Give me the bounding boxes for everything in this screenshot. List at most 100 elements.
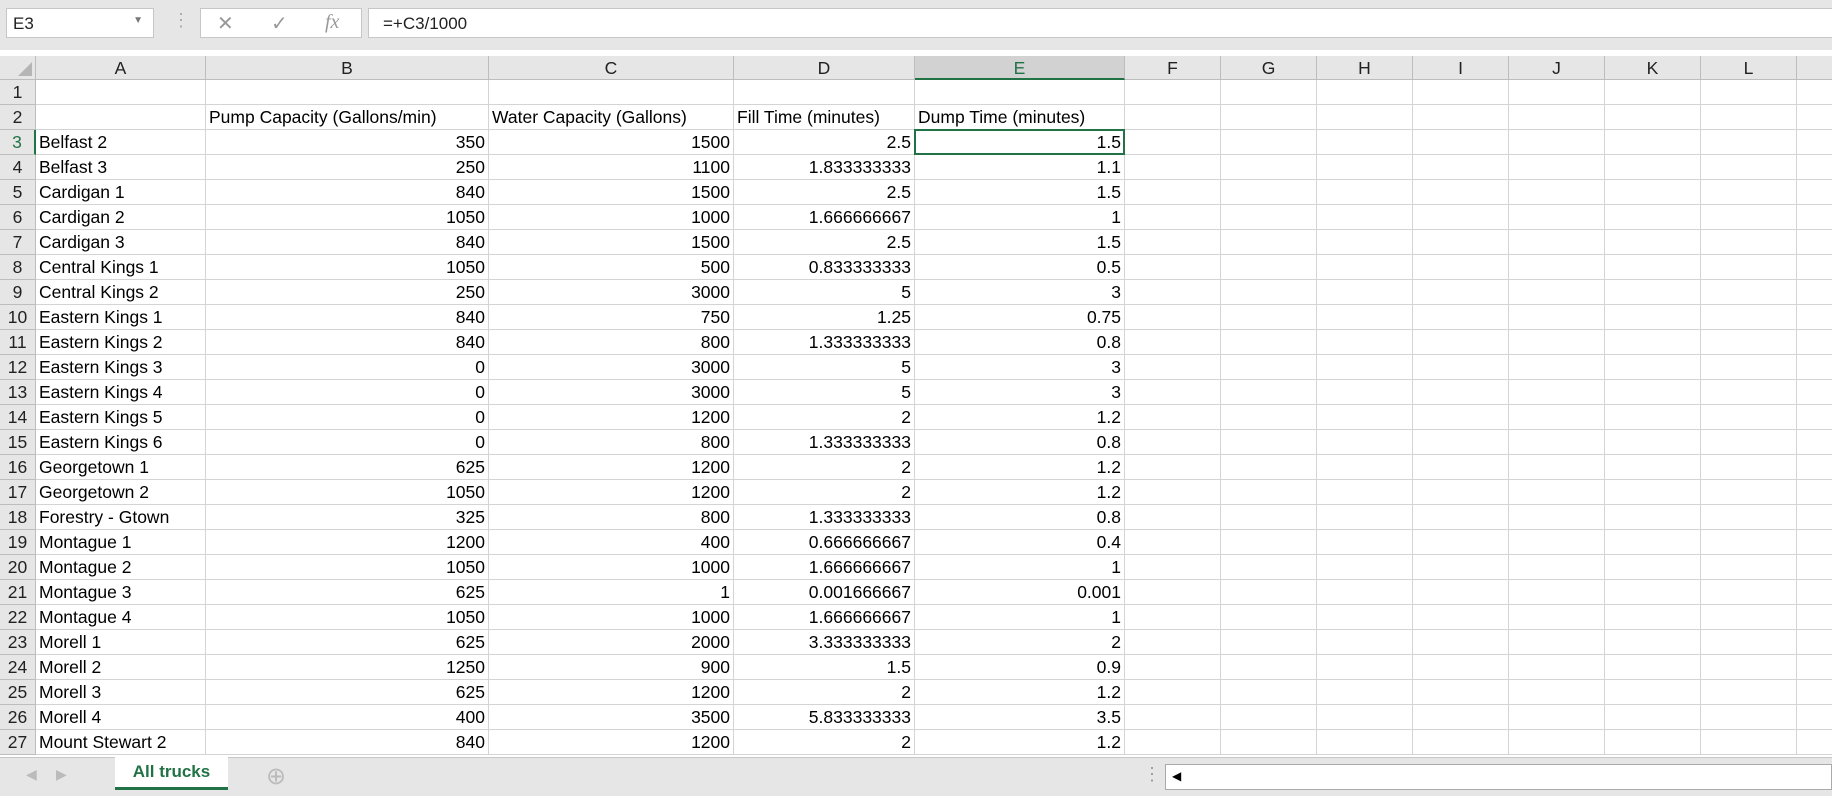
cell-A9[interactable]: Central Kings 2 bbox=[36, 280, 206, 305]
cell-H17[interactable] bbox=[1317, 480, 1413, 505]
cell-E9[interactable]: 3 bbox=[915, 280, 1125, 305]
cell-A26[interactable]: Morell 4 bbox=[36, 705, 206, 730]
cell-L27[interactable] bbox=[1701, 730, 1797, 755]
cell-J13[interactable] bbox=[1509, 380, 1605, 405]
cell-G17[interactable] bbox=[1221, 480, 1317, 505]
cell-M27[interactable] bbox=[1797, 730, 1832, 755]
cell-J11[interactable] bbox=[1509, 330, 1605, 355]
cell-L23[interactable] bbox=[1701, 630, 1797, 655]
column-header-H[interactable]: H bbox=[1317, 56, 1413, 80]
cell-E5[interactable]: 1.5 bbox=[915, 180, 1125, 205]
cell-F9[interactable] bbox=[1125, 280, 1221, 305]
cell-J23[interactable] bbox=[1509, 630, 1605, 655]
cell-B20[interactable]: 1050 bbox=[206, 555, 489, 580]
cell-E2[interactable]: Dump Time (minutes) bbox=[915, 105, 1125, 130]
row-header-22[interactable]: 22 bbox=[0, 605, 36, 630]
cell-C10[interactable]: 750 bbox=[489, 305, 734, 330]
cell-H6[interactable] bbox=[1317, 205, 1413, 230]
cell-A12[interactable]: Eastern Kings 3 bbox=[36, 355, 206, 380]
cell-C27[interactable]: 1200 bbox=[489, 730, 734, 755]
cell-M25[interactable] bbox=[1797, 680, 1832, 705]
cell-M15[interactable] bbox=[1797, 430, 1832, 455]
cell-G4[interactable] bbox=[1221, 155, 1317, 180]
cell-A25[interactable]: Morell 3 bbox=[36, 680, 206, 705]
cell-I24[interactable] bbox=[1413, 655, 1509, 680]
cell-L7[interactable] bbox=[1701, 230, 1797, 255]
row-header-9[interactable]: 9 bbox=[0, 280, 36, 305]
cell-B10[interactable]: 840 bbox=[206, 305, 489, 330]
cell-I2[interactable] bbox=[1413, 105, 1509, 130]
cell-H13[interactable] bbox=[1317, 380, 1413, 405]
cell-D22[interactable]: 1.666666667 bbox=[734, 605, 915, 630]
row-header-10[interactable]: 10 bbox=[0, 305, 36, 330]
cell-F21[interactable] bbox=[1125, 580, 1221, 605]
cell-E21[interactable]: 0.001 bbox=[915, 580, 1125, 605]
cell-G25[interactable] bbox=[1221, 680, 1317, 705]
cell-C21[interactable]: 1 bbox=[489, 580, 734, 605]
cell-B6[interactable]: 1050 bbox=[206, 205, 489, 230]
cell-B22[interactable]: 1050 bbox=[206, 605, 489, 630]
cell-C2[interactable]: Water Capacity (Gallons) bbox=[489, 105, 734, 130]
row-header-20[interactable]: 20 bbox=[0, 555, 36, 580]
cell-J8[interactable] bbox=[1509, 255, 1605, 280]
cell-L26[interactable] bbox=[1701, 705, 1797, 730]
cell-H15[interactable] bbox=[1317, 430, 1413, 455]
cell-C20[interactable]: 1000 bbox=[489, 555, 734, 580]
enter-icon[interactable]: ✓ bbox=[271, 11, 288, 36]
cell-J24[interactable] bbox=[1509, 655, 1605, 680]
cell-K18[interactable] bbox=[1605, 505, 1701, 530]
cell-L22[interactable] bbox=[1701, 605, 1797, 630]
row-header-18[interactable]: 18 bbox=[0, 505, 36, 530]
cell-L2[interactable] bbox=[1701, 105, 1797, 130]
cell-I14[interactable] bbox=[1413, 405, 1509, 430]
cell-L13[interactable] bbox=[1701, 380, 1797, 405]
cell-H5[interactable] bbox=[1317, 180, 1413, 205]
column-header-M[interactable] bbox=[1797, 56, 1832, 80]
cell-F26[interactable] bbox=[1125, 705, 1221, 730]
cell-C13[interactable]: 3000 bbox=[489, 380, 734, 405]
cell-E22[interactable]: 1 bbox=[915, 605, 1125, 630]
cell-D13[interactable]: 5 bbox=[734, 380, 915, 405]
column-header-A[interactable]: A bbox=[36, 56, 206, 80]
row-header-7[interactable]: 7 bbox=[0, 230, 36, 255]
cell-C15[interactable]: 800 bbox=[489, 430, 734, 455]
cell-I13[interactable] bbox=[1413, 380, 1509, 405]
cell-M14[interactable] bbox=[1797, 405, 1832, 430]
cell-G12[interactable] bbox=[1221, 355, 1317, 380]
cell-F27[interactable] bbox=[1125, 730, 1221, 755]
cell-H1[interactable] bbox=[1317, 80, 1413, 105]
row-header-26[interactable]: 26 bbox=[0, 705, 36, 730]
cell-C17[interactable]: 1200 bbox=[489, 480, 734, 505]
cell-H4[interactable] bbox=[1317, 155, 1413, 180]
cell-D8[interactable]: 0.833333333 bbox=[734, 255, 915, 280]
cell-L4[interactable] bbox=[1701, 155, 1797, 180]
cell-J16[interactable] bbox=[1509, 455, 1605, 480]
cell-D19[interactable]: 0.666666667 bbox=[734, 530, 915, 555]
cell-H23[interactable] bbox=[1317, 630, 1413, 655]
cell-F25[interactable] bbox=[1125, 680, 1221, 705]
cell-I9[interactable] bbox=[1413, 280, 1509, 305]
cell-D1[interactable] bbox=[734, 80, 915, 105]
cell-G20[interactable] bbox=[1221, 555, 1317, 580]
row-header-27[interactable]: 27 bbox=[0, 730, 36, 755]
cell-B17[interactable]: 1050 bbox=[206, 480, 489, 505]
cell-A15[interactable]: Eastern Kings 6 bbox=[36, 430, 206, 455]
cell-D16[interactable]: 2 bbox=[734, 455, 915, 480]
cell-K27[interactable] bbox=[1605, 730, 1701, 755]
cell-F11[interactable] bbox=[1125, 330, 1221, 355]
cell-E16[interactable]: 1.2 bbox=[915, 455, 1125, 480]
cell-I4[interactable] bbox=[1413, 155, 1509, 180]
cell-G1[interactable] bbox=[1221, 80, 1317, 105]
cell-A19[interactable]: Montague 1 bbox=[36, 530, 206, 555]
cell-J15[interactable] bbox=[1509, 430, 1605, 455]
cell-C14[interactable]: 1200 bbox=[489, 405, 734, 430]
cell-B7[interactable]: 840 bbox=[206, 230, 489, 255]
cell-G8[interactable] bbox=[1221, 255, 1317, 280]
cell-K3[interactable] bbox=[1605, 130, 1701, 155]
cell-L15[interactable] bbox=[1701, 430, 1797, 455]
cell-A23[interactable]: Morell 1 bbox=[36, 630, 206, 655]
cell-F22[interactable] bbox=[1125, 605, 1221, 630]
name-box[interactable]: E3 ▼ bbox=[6, 8, 154, 38]
cell-A22[interactable]: Montague 4 bbox=[36, 605, 206, 630]
row-header-8[interactable]: 8 bbox=[0, 255, 36, 280]
